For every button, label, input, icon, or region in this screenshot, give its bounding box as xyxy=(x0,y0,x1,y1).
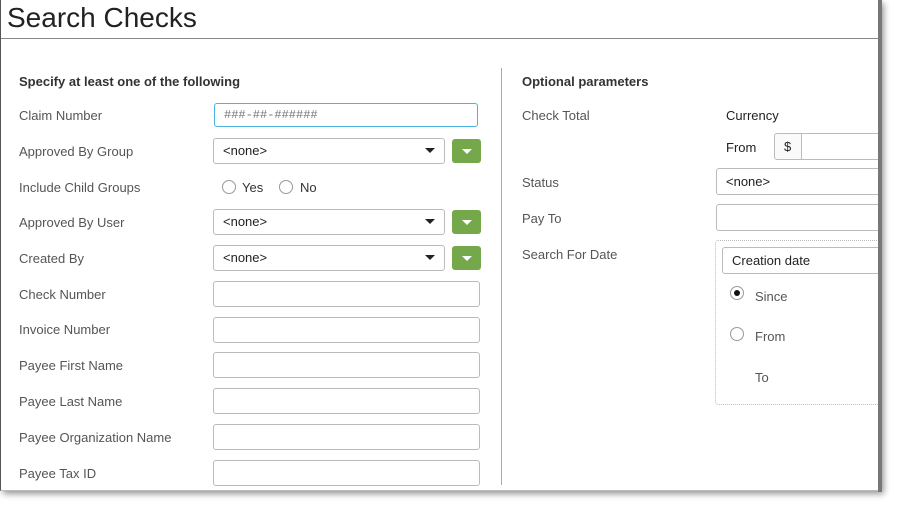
chevron-down-icon xyxy=(462,220,472,225)
payee-last-name-input[interactable] xyxy=(213,388,480,414)
from-amount-label: From xyxy=(726,140,757,155)
date-type-select[interactable]: Creation date xyxy=(722,247,881,274)
created-by-picker-button[interactable] xyxy=(452,246,481,270)
currency-label: Currency xyxy=(726,108,779,123)
check-number-label: Check Number xyxy=(19,287,106,302)
approved-by-user-select[interactable]: <none> xyxy=(213,209,445,235)
column-divider xyxy=(501,68,502,485)
payee-tax-id-label: Payee Tax ID xyxy=(19,466,97,481)
invoice-number-input[interactable] xyxy=(213,317,480,343)
pay-to-input[interactable] xyxy=(716,204,881,231)
invoice-number-label: Invoice Number xyxy=(19,322,111,337)
select-value: <none> xyxy=(223,250,268,265)
page-title: Search Checks xyxy=(7,2,197,33)
payee-tax-id-input[interactable] xyxy=(213,460,480,486)
from-date-radio[interactable] xyxy=(730,327,744,341)
status-select[interactable]: <none> xyxy=(716,168,881,195)
since-label: Since xyxy=(755,289,788,304)
caret-down-icon xyxy=(425,148,435,153)
include-child-groups-label: Include Child Groups xyxy=(19,180,141,195)
approved-by-group-label: Approved By Group xyxy=(19,144,134,159)
created-by-label: Created By xyxy=(19,251,85,266)
to-date-label: To xyxy=(755,370,769,385)
from-date-label: From xyxy=(755,329,786,344)
payee-organization-name-label: Payee Organization Name xyxy=(19,430,172,445)
created-by-select[interactable]: <none> xyxy=(213,245,445,271)
yes-label: Yes xyxy=(242,180,264,195)
caret-down-icon xyxy=(425,219,435,224)
include-child-yes-radio[interactable] xyxy=(222,180,236,194)
include-child-no-radio[interactable] xyxy=(279,180,293,194)
pay-to-label: Pay To xyxy=(522,211,562,226)
since-radio[interactable] xyxy=(730,286,744,300)
chevron-down-icon xyxy=(462,256,472,261)
torn-edge xyxy=(878,0,882,492)
approved-by-user-label: Approved By User xyxy=(19,215,125,230)
payee-last-name-label: Payee Last Name xyxy=(19,394,123,409)
approved-by-group-picker-button[interactable] xyxy=(452,139,481,163)
right-heading: Optional parameters xyxy=(522,74,649,89)
claim-number-label: Claim Number xyxy=(19,108,103,123)
no-label: No xyxy=(300,180,317,195)
caret-down-icon xyxy=(425,255,435,260)
select-value: <none> xyxy=(223,143,268,158)
select-value: <none> xyxy=(223,214,268,229)
search-checks-page: Search Checks Specify at least one of th… xyxy=(0,0,881,491)
divider xyxy=(1,38,881,39)
claim-number-input[interactable] xyxy=(214,103,478,127)
left-heading: Specify at least one of the following xyxy=(19,74,241,89)
status-label: Status xyxy=(522,175,559,190)
check-number-input[interactable] xyxy=(213,281,480,307)
approved-by-group-select[interactable]: <none> xyxy=(213,138,445,164)
currency-symbol: $ xyxy=(774,133,802,160)
payee-first-name-input[interactable] xyxy=(213,352,480,378)
search-for-date-label: Search For Date xyxy=(522,247,618,262)
payee-first-name-label: Payee First Name xyxy=(19,358,124,373)
check-total-label: Check Total xyxy=(522,108,590,123)
approved-by-user-picker-button[interactable] xyxy=(452,210,481,234)
from-amount-input[interactable] xyxy=(801,133,881,160)
chevron-down-icon xyxy=(462,149,472,154)
payee-organization-name-input[interactable] xyxy=(213,424,480,450)
